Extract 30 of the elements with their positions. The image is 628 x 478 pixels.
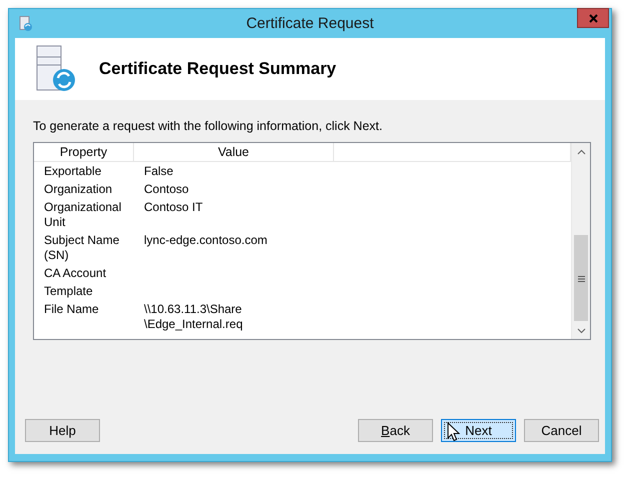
value-cell: False bbox=[144, 164, 174, 178]
scroll-up-icon[interactable] bbox=[577, 149, 586, 155]
page-heading: Certificate Request Summary bbox=[99, 59, 336, 79]
close-button[interactable] bbox=[577, 8, 609, 28]
scroll-down-icon[interactable] bbox=[577, 328, 586, 334]
cursor-icon bbox=[447, 422, 460, 442]
value-cell: \\10.63.11.3\Share \Edge_Internal.req bbox=[144, 302, 243, 331]
dialog-button[interactable]: Back bbox=[358, 419, 433, 442]
property-cell: Organizational Unit bbox=[44, 200, 122, 229]
dialog-button[interactable]: Next bbox=[441, 419, 516, 442]
property-cell: CA Account bbox=[44, 266, 106, 280]
help-button[interactable]: Help bbox=[25, 419, 100, 442]
dialog-button[interactable]: Cancel bbox=[524, 419, 599, 442]
close-icon bbox=[588, 14, 598, 22]
property-cell: Subject Name (SN) bbox=[44, 233, 120, 262]
value-cell: Contoso bbox=[144, 182, 189, 196]
property-cell: Template bbox=[44, 284, 93, 298]
window-title: Certificate Request bbox=[246, 15, 374, 32]
app-icon bbox=[19, 16, 33, 32]
column-header[interactable]: Value bbox=[218, 145, 250, 159]
grip-icon bbox=[578, 276, 585, 282]
property-cell: File Name bbox=[44, 302, 99, 316]
scrollbar[interactable] bbox=[571, 143, 590, 339]
scrollbar-thumb[interactable] bbox=[574, 235, 588, 321]
column-header[interactable]: Property bbox=[60, 145, 108, 159]
value-cell: Contoso IT bbox=[144, 200, 203, 214]
property-cell: Exportable bbox=[44, 164, 102, 178]
value-cell: lync-edge.contoso.com bbox=[144, 233, 268, 247]
property-cell: Organization bbox=[44, 182, 112, 196]
instruction-text: To generate a request with the following information, click Next. bbox=[33, 119, 384, 133]
